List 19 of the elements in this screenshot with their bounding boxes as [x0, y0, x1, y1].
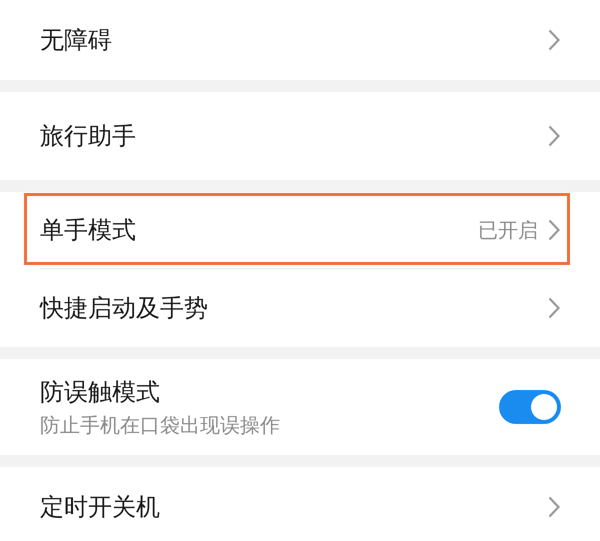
setting-title: 防误触模式: [40, 376, 161, 406]
setting-title: 旅行助手: [40, 121, 137, 151]
setting-title: 无障碍: [40, 25, 113, 55]
chevron-right-icon: [548, 125, 560, 147]
setting-description: 防止手机在口袋出现误操作: [40, 412, 281, 438]
setting-title: 单手模式: [40, 215, 137, 245]
settings-row[interactable]: 快捷启动及手势: [0, 269, 600, 347]
toggle-switch[interactable]: [499, 390, 561, 424]
chevron-right-icon: [548, 29, 560, 51]
settings-row[interactable]: 旅行助手: [0, 92, 600, 180]
settings-row[interactable]: 单手模式 已开启: [0, 192, 600, 268]
setting-value: 已开启: [478, 217, 538, 244]
settings-row[interactable]: 无障碍: [0, 0, 600, 80]
chevron-right-icon: [548, 496, 560, 518]
settings-row[interactable]: 定时开关机: [0, 467, 600, 541]
setting-title: 快捷启动及手势: [40, 293, 209, 323]
chevron-right-icon: [548, 297, 560, 319]
chevron-right-icon: [548, 219, 560, 241]
setting-title: 定时开关机: [40, 492, 161, 522]
